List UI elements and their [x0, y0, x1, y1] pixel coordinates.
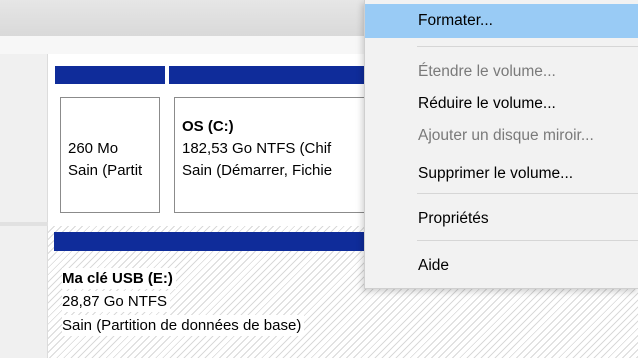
menu-item-supprimer-volume[interactable]: Supprimer le volume...: [365, 157, 638, 191]
partition-status: Sain (Partit: [68, 162, 143, 179]
menu-item-label: Réduire le volume...: [418, 95, 556, 112]
partition-name: OS (C:): [182, 118, 234, 135]
partition-size: 28,87 Go NTFS: [62, 291, 171, 312]
menu-item-etendre-volume[interactable]: Étendre le volume...: [365, 55, 638, 89]
partition-size: 182,53 Go NTFS (Chif: [182, 140, 332, 157]
partition-status: Sain (Démarrer, Fichie: [182, 162, 333, 179]
menu-item-label: Formater...: [418, 12, 493, 29]
menu-item-label: Aide: [418, 257, 450, 274]
menu-item-label: Propriétés: [418, 210, 489, 227]
context-menu: Formater... Étendre le volume... Réduire…: [364, 0, 638, 289]
partition-recovery[interactable]: 260 Mo Sain (Partit: [55, 66, 165, 218]
partition-header-bar: [55, 66, 165, 84]
partition-size: 260 Mo: [68, 140, 119, 157]
menu-item-label: Supprimer le volume...: [418, 165, 574, 182]
menu-item-label: Étendre le volume...: [418, 63, 556, 80]
menu-separator: [417, 193, 638, 194]
menu-separator: [417, 46, 638, 47]
partition-name: Ma clé USB (E:): [62, 268, 176, 289]
menu-separator: [417, 240, 638, 241]
disk-label-column: [0, 54, 48, 358]
menu-item-label: Ajouter un disque miroir...: [418, 127, 594, 144]
menu-item-formater[interactable]: Formater...: [365, 4, 638, 38]
partition-details[interactable]: 260 Mo Sain (Partit: [60, 97, 160, 213]
menu-item-ajouter-miroir[interactable]: Ajouter un disque miroir...: [365, 119, 638, 153]
menu-item-proprietes[interactable]: Propriétés: [365, 202, 638, 236]
menu-item-aide[interactable]: Aide: [365, 249, 638, 283]
menu-item-reduire-volume[interactable]: Réduire le volume...: [365, 87, 638, 121]
partition-status: Sain (Partition de données de base): [62, 315, 305, 336]
disk-separator: [0, 222, 48, 226]
